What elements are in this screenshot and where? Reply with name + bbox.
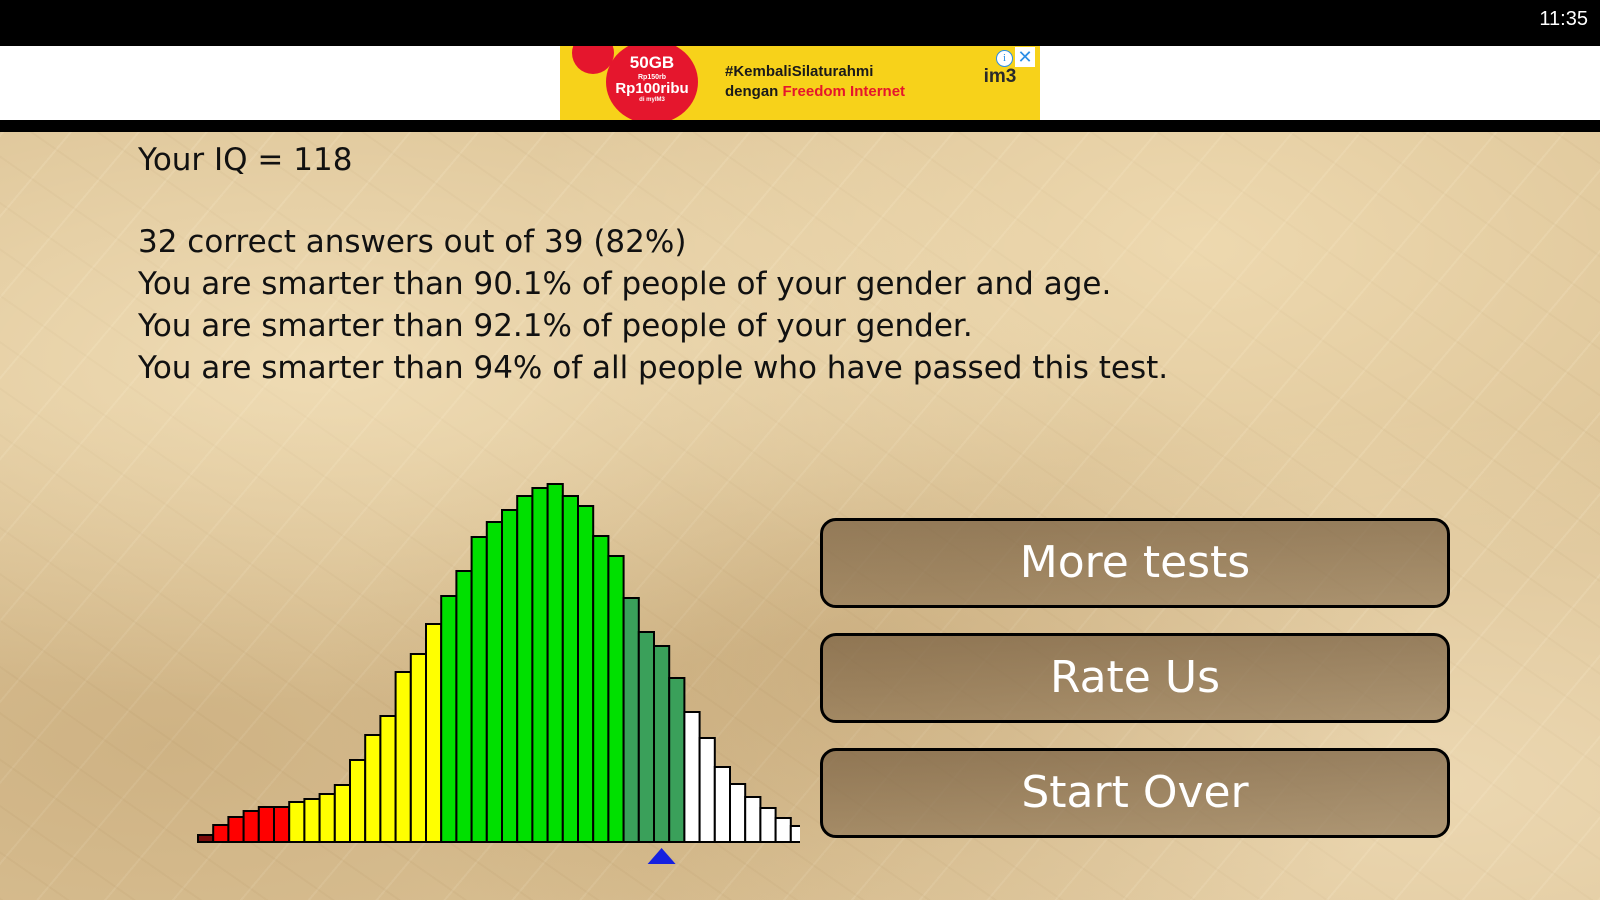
histogram-bar [394, 671, 412, 843]
histogram-bar [364, 734, 382, 843]
histogram-bar [637, 631, 655, 843]
histogram-bar [622, 597, 640, 843]
histogram-bar [592, 535, 610, 843]
ad-tagline-highlight: Freedom Internet [782, 83, 906, 100]
ad-headline: #KembaliSilaturahmi dengan Freedom Inter… [725, 62, 905, 102]
histogram-bar [485, 521, 503, 843]
histogram-bar [425, 623, 443, 843]
histogram-bar [653, 645, 671, 843]
results-screen: Your IQ = 118 32 correct answers out of … [0, 132, 1600, 900]
histogram-bar [789, 825, 800, 843]
histogram-bar [729, 783, 747, 843]
histogram-bar [333, 784, 351, 843]
histogram-bar [227, 816, 245, 843]
histogram-bar [197, 834, 215, 843]
histogram-bar [242, 810, 260, 843]
histogram-bar [759, 807, 777, 843]
histogram-bar [455, 570, 473, 843]
histogram-bar [774, 817, 792, 843]
histogram-bar [470, 536, 488, 843]
status-time: 11:35 [1539, 8, 1588, 30]
histogram-bar [440, 595, 458, 843]
histogram-bar [288, 801, 306, 843]
status-bar: 11:35 [0, 0, 1600, 46]
histogram-bar [577, 505, 595, 843]
histogram-bar [516, 495, 534, 843]
histogram-bar [698, 737, 716, 843]
histogram-bar [379, 715, 397, 843]
more-tests-button[interactable]: More tests [820, 518, 1450, 608]
histogram-bar [531, 487, 549, 843]
divider-bar [0, 120, 1600, 132]
histogram-bar [744, 796, 762, 843]
histogram-bar [501, 509, 519, 843]
histogram-bar [303, 798, 321, 843]
ad-data-amount: 50GB [629, 53, 675, 72]
rate-us-button[interactable]: Rate Us [820, 633, 1450, 723]
iq-distribution-chart [197, 483, 800, 864]
ad-hashtag: #KembaliSilaturahmi [725, 63, 874, 80]
ad-tagline: dengan Freedom Internet [725, 82, 905, 102]
ad-tagline-prefix: dengan [725, 83, 783, 100]
ad-brand-logo: im3 [983, 66, 1017, 87]
ad-offer-badge: 50GB Rp150rb Rp100ribu di myIM3 [606, 46, 698, 120]
ad-price: Rp100ribu [615, 80, 689, 97]
ad-price-sub: di myIM3 [639, 97, 665, 103]
histogram-bar [273, 806, 291, 843]
histogram-bar [212, 824, 230, 843]
info-icon[interactable]: i [996, 50, 1013, 67]
histogram-bar [546, 483, 564, 843]
user-score-marker-icon [647, 848, 676, 864]
histogram-bar [683, 711, 701, 843]
histogram-bar [349, 759, 367, 843]
histogram-bar [607, 555, 625, 843]
start-over-button[interactable]: Start Over [820, 748, 1450, 838]
histogram-bar [318, 793, 336, 843]
histogram-bar [409, 653, 427, 843]
histogram-bar [713, 766, 731, 843]
close-icon[interactable]: ✕ [1015, 47, 1035, 67]
ad-strip: 50GB Rp150rb Rp100ribu di myIM3 #Kembali… [0, 46, 1600, 120]
histogram-bar [257, 806, 275, 843]
histogram-bar [561, 495, 579, 843]
histogram-bar [668, 677, 686, 843]
ad-banner[interactable]: 50GB Rp150rb Rp100ribu di myIM3 #Kembali… [560, 46, 1040, 120]
